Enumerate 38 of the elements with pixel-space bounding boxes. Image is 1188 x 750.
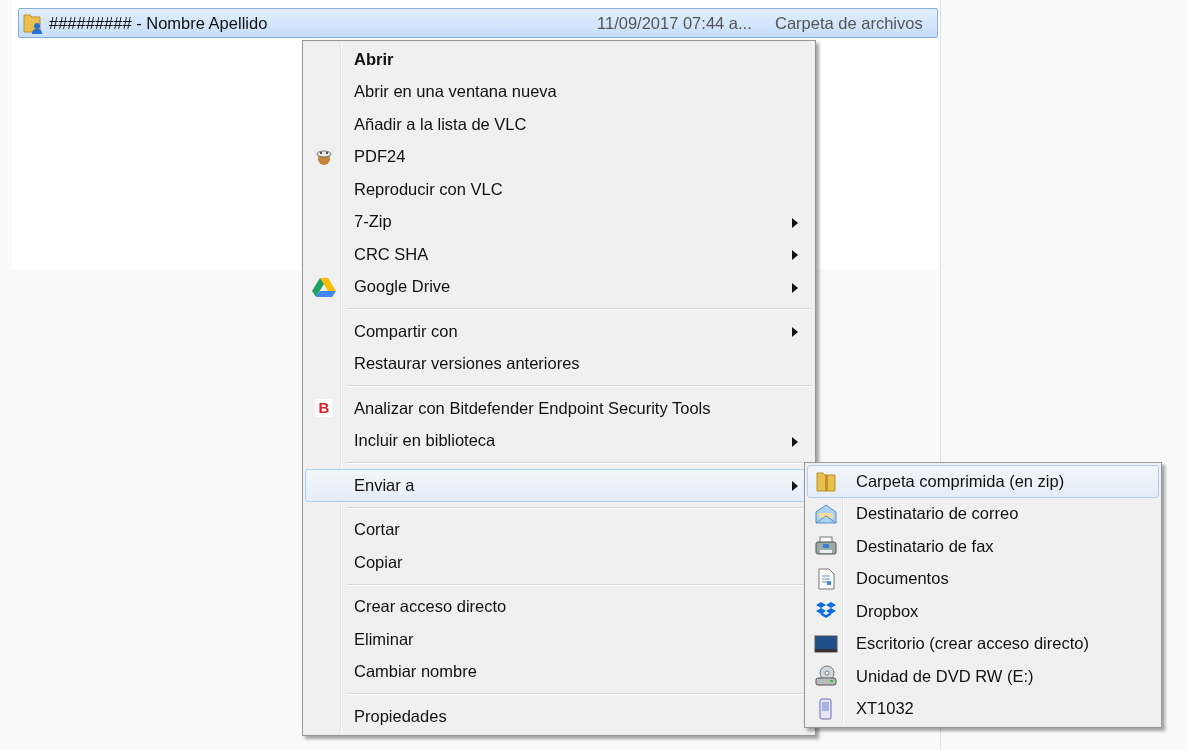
submenu-arrow-icon xyxy=(792,217,798,228)
file-date: 11/09/2017 07:44 a... xyxy=(597,13,753,33)
menu-item[interactable]: Compartir con xyxy=(305,315,813,348)
submenu-arrow-icon xyxy=(792,250,798,260)
envelope-icon xyxy=(815,503,837,524)
user-folder-icon xyxy=(23,12,43,34)
menu-item[interactable]: 7-Zip xyxy=(305,205,813,238)
menu-item[interactable]: Carpeta comprimida (en zip) xyxy=(807,465,1159,498)
submenu-arrow-icon xyxy=(792,327,798,337)
menu-item[interactable]: Dropbox xyxy=(807,595,1159,628)
menu-item[interactable]: Destinatario de fax xyxy=(807,530,1159,563)
file-row[interactable]: ######### - Nombre Apellido 11/09/2017 07:44 a... Carpeta de archivos xyxy=(18,8,938,38)
zip-folder-icon xyxy=(816,470,836,493)
disc-drive-icon xyxy=(815,665,837,688)
fax-machine-icon xyxy=(815,536,837,557)
submenu-arrow-icon xyxy=(792,481,798,491)
menu-item[interactable]: Abrir en una ventana nueva xyxy=(305,75,813,108)
shield-letter-icon: B xyxy=(315,399,333,418)
menu-item[interactable]: Reproducir con VLC xyxy=(305,173,813,206)
menu-item[interactable]: XT1032 xyxy=(807,692,1159,725)
menu-item[interactable]: Google Drive xyxy=(305,270,813,303)
menu-item[interactable]: Añadir a la lista de VLC xyxy=(305,108,813,141)
menu-item[interactable]: Escritorio (crear acceso directo) xyxy=(807,627,1159,660)
menu-item[interactable]: Restaurar versiones anteriores xyxy=(305,347,813,380)
menu-item[interactable]: B Analizar con Bitdefender Endpoint Security Tools xyxy=(305,392,813,425)
menu-item[interactable]: Documentos xyxy=(807,562,1159,595)
document-icon xyxy=(817,567,835,590)
menu-item[interactable]: PDF24 xyxy=(305,140,813,173)
menu-item[interactable]: CRC SHA xyxy=(305,238,813,271)
submenu-arrow-icon xyxy=(792,436,798,447)
menu-item[interactable]: Incluir en biblioteca xyxy=(305,424,813,457)
menu-item[interactable]: Abrir xyxy=(305,43,813,76)
submenu-arrow-icon xyxy=(792,282,798,293)
drive-triangle-icon xyxy=(312,276,336,297)
monitor-icon xyxy=(814,634,838,653)
file-type: Carpeta de archivos xyxy=(775,13,923,33)
file-name: ######### - Nombre Apellido xyxy=(49,13,269,33)
menu-item[interactable]: Unidad de DVD RW (E:) xyxy=(807,660,1159,693)
